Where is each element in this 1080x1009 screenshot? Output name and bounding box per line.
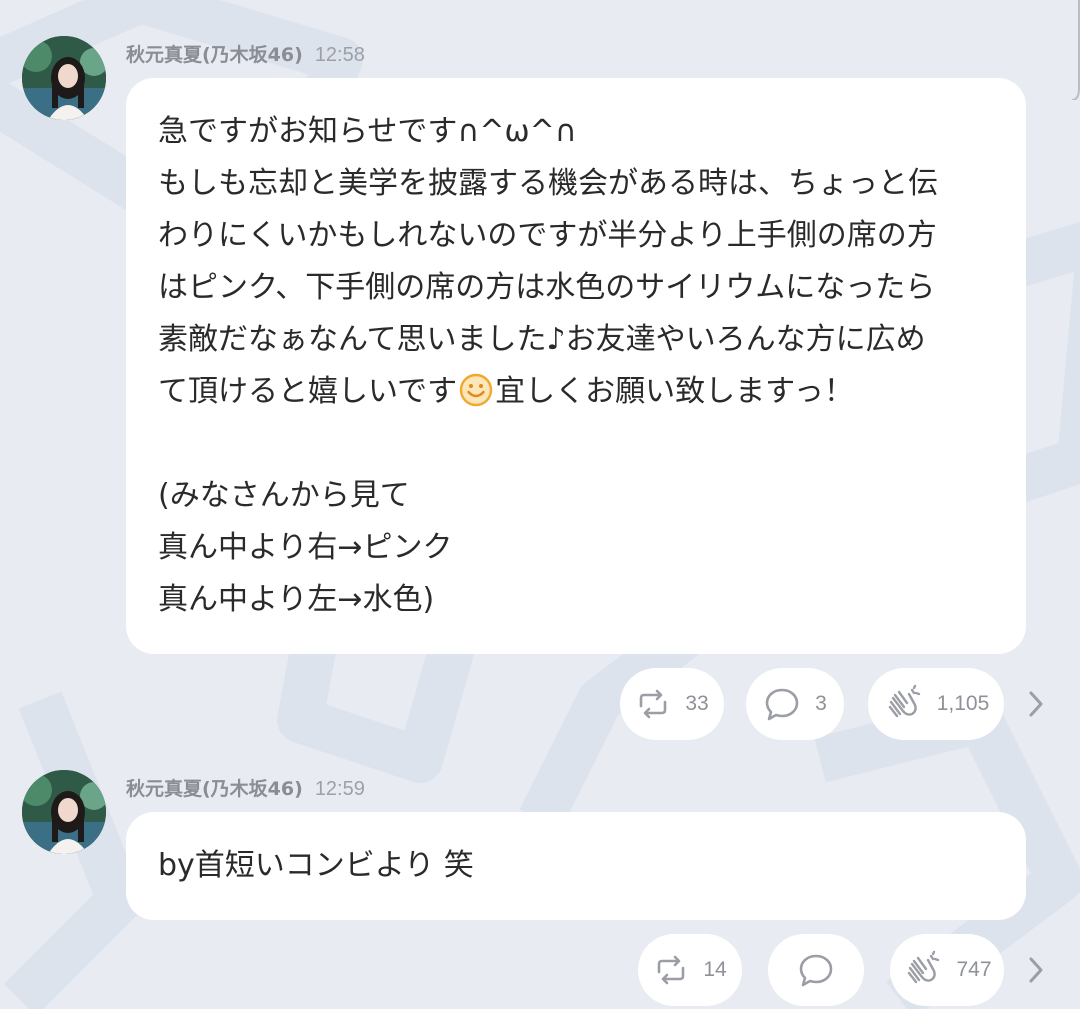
comment-bubble-icon — [799, 954, 833, 987]
window-edge — [1071, 0, 1080, 100]
message-line: はピンク、下手側の席の方は水色のサイリウムになったら — [158, 270, 936, 305]
author-name[interactable]: 秋元真夏(乃木坂46) — [126, 40, 303, 67]
retweet-count: 33 — [685, 692, 709, 715]
message-line: 素敵だなぁなんて思いました♪お友達やいろんな方に広め — [158, 322, 926, 357]
message-text: 宜しくお願い致しますっ！ — [495, 374, 854, 409]
message-line: わりにくいかもしれないのですが半分より上手側の席の方 — [158, 218, 937, 253]
retweet-button[interactable]: 14 — [638, 934, 742, 1006]
message-line-with-emoji: て頂けると嬉しいです 宜しくお願い致しますっ！ — [158, 366, 994, 418]
more-button[interactable] — [1016, 950, 1056, 990]
message-line: by首短いコンビより 笑 — [158, 848, 474, 883]
clap-count: 1,105 — [936, 692, 990, 715]
timestamp: 12:59 — [314, 778, 365, 800]
reply-count: 3 — [815, 692, 827, 715]
message-line: (みなさんから見て — [158, 478, 410, 513]
clap-button[interactable]: 1,105 — [868, 668, 1004, 740]
message-line-empty — [158, 418, 994, 470]
avatar[interactable] — [22, 770, 106, 854]
reply-button[interactable] — [768, 934, 864, 1006]
chevron-right-icon — [1029, 691, 1043, 717]
post-meta: 秋元真夏(乃木坂46) 12:58 — [126, 40, 365, 70]
clapping-hands-icon — [908, 950, 940, 984]
retweet-button[interactable]: 33 — [620, 668, 724, 740]
retweet-icon — [640, 689, 667, 719]
chevron-right-icon — [1029, 957, 1043, 983]
clap-count: 747 — [956, 958, 992, 981]
retweet-icon — [658, 955, 685, 985]
reply-button[interactable]: 3 — [746, 668, 844, 740]
post-actions: 14 747 — [0, 934, 1080, 1006]
clap-button[interactable]: 747 — [890, 934, 1004, 1006]
retweet-count: 14 — [703, 958, 727, 981]
post-actions: 33 3 1,105 — [0, 668, 1080, 740]
message-line: 真ん中より左→水色) — [158, 582, 435, 617]
message-bubble: by首短いコンビより 笑 — [126, 812, 1026, 920]
message-line: 急ですがお知らせです∩^ω^∩ — [158, 114, 577, 149]
author-name[interactable]: 秋元真夏(乃木坂46) — [126, 774, 303, 801]
avatar[interactable] — [22, 36, 106, 120]
post-meta: 秋元真夏(乃木坂46) 12:59 — [126, 774, 365, 804]
clapping-hands-icon — [888, 684, 920, 718]
message-line: 真ん中より右→ピンク — [158, 530, 453, 565]
message-bubble: 急ですがお知らせです∩^ω^∩ もしも忘却と美学を披露する機会がある時は、ちょっ… — [126, 78, 1026, 654]
comment-bubble-icon — [765, 688, 799, 721]
more-button[interactable] — [1016, 684, 1056, 724]
timestamp: 12:58 — [314, 44, 365, 66]
message-text: て頂けると嬉しいです — [158, 374, 458, 409]
message-line: もしも忘却と美学を披露する機会がある時は、ちょっと伝 — [158, 166, 938, 201]
smiling-face-icon — [459, 373, 493, 407]
